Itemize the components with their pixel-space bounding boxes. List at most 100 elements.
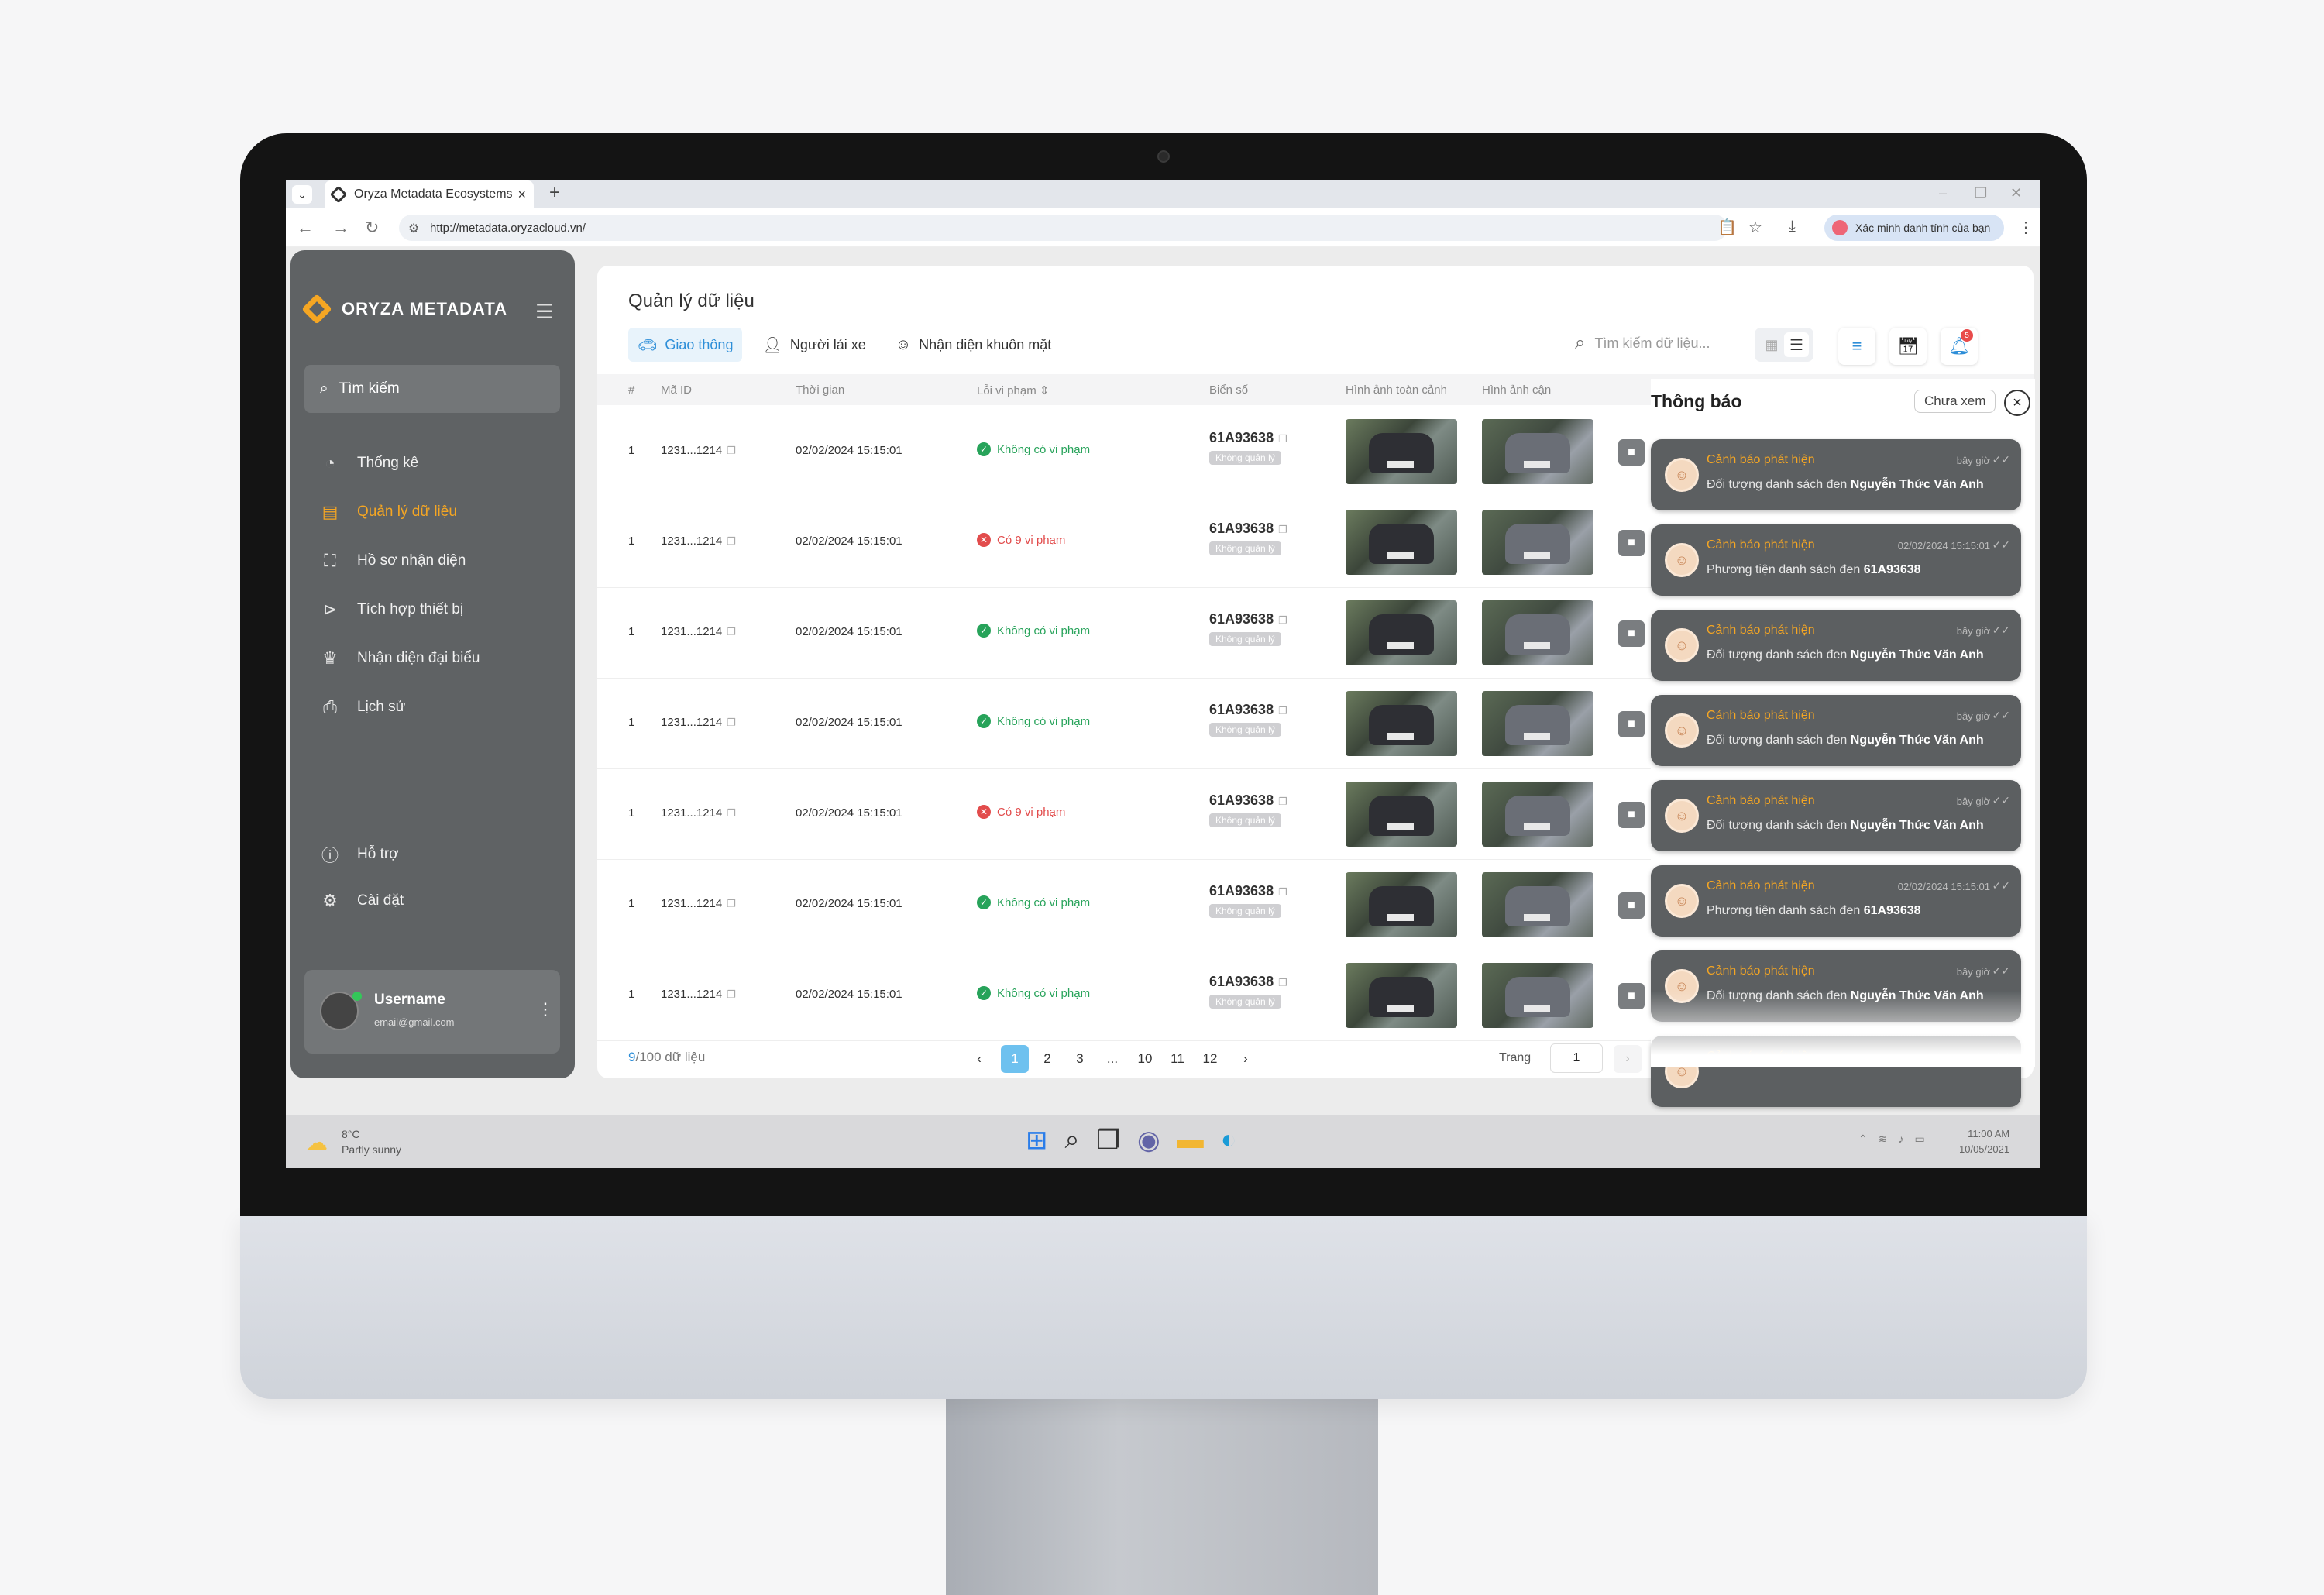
copy-icon[interactable]: ❐ <box>727 626 736 638</box>
menu-toggle-icon[interactable]: ☰ <box>535 300 553 324</box>
close-tab-icon[interactable]: × <box>517 187 526 203</box>
site-settings-icon[interactable]: ⚙ <box>408 221 419 236</box>
restore-button[interactable]: ❐ <box>1975 185 1987 201</box>
video-camera-icon[interactable]: ■ <box>1618 439 1645 466</box>
notification-card[interactable]: ☺ Cảnh báo phát hiện 02/02/2024 15:15:01… <box>1651 865 2021 937</box>
closeup-image[interactable] <box>1482 691 1593 756</box>
new-tab-button[interactable]: + <box>549 182 560 204</box>
browser-tab[interactable]: Oryza Metadata Ecosystems × <box>325 180 534 208</box>
user-card[interactable]: Username email@gmail.com ⋮ <box>304 970 560 1054</box>
profile-chip[interactable]: Xác minh danh tính của bạn <box>1824 215 2004 241</box>
clipboard-icon[interactable]: 📋 <box>1717 218 1737 237</box>
wifi-icon[interactable]: ≋ <box>1879 1133 1888 1146</box>
overview-image[interactable] <box>1346 600 1457 665</box>
sidebar-item-quan-ly-du-lieu[interactable]: ▤ Quản lý dữ liệu <box>320 502 457 522</box>
overview-image[interactable] <box>1346 782 1457 847</box>
copy-icon[interactable]: ❐ <box>1278 524 1287 535</box>
tab-search-button[interactable]: ⌄ <box>292 185 312 204</box>
page-number[interactable]: 10 <box>1131 1045 1159 1073</box>
sidebar-item-nhan-dien-dai-bieu[interactable]: ♛ Nhận diện đại biểu <box>320 648 480 669</box>
notification-card[interactable]: ☺ Cảnh báo phát hiện bây giờ ✓✓ Đối tượn… <box>1651 695 2021 766</box>
copy-icon[interactable]: ❐ <box>1278 705 1287 717</box>
page-number[interactable]: 2 <box>1033 1045 1061 1073</box>
more-options-icon[interactable]: ⋮ <box>537 999 554 1019</box>
system-clock[interactable]: 11:00 AM 10/05/2021 <box>1959 1126 2009 1157</box>
closeup-image[interactable] <box>1482 872 1593 937</box>
notification-card[interactable]: ☺ Cảnh báo phát hiện bây giờ ✓✓ Đối tượn… <box>1651 780 2021 851</box>
closeup-image[interactable] <box>1482 600 1593 665</box>
search-icon[interactable]: ⌕ <box>1065 1125 1080 1156</box>
notification-card[interactable]: ☺ Cảnh báo phát hiện bây giờ ✓✓ Đối tượn… <box>1651 439 2021 510</box>
chat-icon[interactable]: ◉ <box>1137 1125 1160 1156</box>
data-search[interactable]: ⌕ Tìm kiếm dữ liệu... <box>1575 332 1710 354</box>
copy-icon[interactable]: ❐ <box>1278 614 1287 626</box>
overview-image[interactable] <box>1346 963 1457 1028</box>
weather-icon[interactable]: ☁ <box>306 1129 328 1155</box>
page-number[interactable]: 3 <box>1066 1045 1094 1073</box>
notification-card[interactable]: ☺ Cảnh báo phát hiện 02/02/2024 15:15:01… <box>1651 524 2021 596</box>
volume-icon[interactable]: ♪ <box>1898 1133 1903 1146</box>
file-explorer-icon[interactable]: ▬ <box>1177 1125 1204 1156</box>
video-camera-icon[interactable]: ■ <box>1618 802 1645 828</box>
page-number[interactable]: 12 <box>1196 1045 1224 1073</box>
prev-page-icon[interactable]: ‹ <box>965 1045 993 1073</box>
url-input[interactable]: ⚙ http://metadata.oryzacloud.vn/ <box>399 215 1728 241</box>
sidebar-search[interactable]: ⌕ Tìm kiếm <box>304 365 560 413</box>
filter-button[interactable]: ≡ <box>1838 328 1875 365</box>
edge-browser-icon[interactable]: ◐ <box>1221 1125 1237 1156</box>
battery-icon[interactable]: ▭ <box>1914 1133 1924 1146</box>
forward-icon[interactable]: → <box>332 218 349 238</box>
tab-giao-thong[interactable]: 🚗︎ Giao thông <box>628 328 743 362</box>
video-camera-icon[interactable]: ■ <box>1618 530 1645 556</box>
copy-icon[interactable]: ❐ <box>727 717 736 728</box>
closeup-image[interactable] <box>1482 419 1593 484</box>
chevron-up-icon[interactable]: ⌃ <box>1858 1133 1868 1146</box>
notification-button[interactable]: 🔔︎ 5 <box>1941 328 1978 365</box>
goto-page-input[interactable]: 1 <box>1550 1043 1603 1073</box>
copy-icon[interactable]: ❐ <box>727 445 736 456</box>
copy-icon[interactable]: ❐ <box>1278 977 1287 988</box>
page-number[interactable]: 1 <box>1001 1045 1029 1073</box>
col-violation[interactable]: Lỗi vi phạm ⇕ <box>977 383 1049 397</box>
notification-card[interactable]: ☺ Cảnh báo phát hiện bây giờ ✓✓ Đối tượn… <box>1651 610 2021 681</box>
grid-view-icon[interactable]: ▦ <box>1759 332 1784 357</box>
next-page-icon[interactable]: › <box>1232 1045 1260 1073</box>
overview-image[interactable] <box>1346 872 1457 937</box>
copy-icon[interactable]: ❐ <box>1278 796 1287 807</box>
task-view-icon[interactable]: ❐ <box>1097 1125 1120 1156</box>
calendar-button[interactable]: 📅︎ <box>1889 328 1927 365</box>
sidebar-item-lich-su[interactable]: ⎙ Lịch sử <box>320 697 405 717</box>
closeup-image[interactable] <box>1482 782 1593 847</box>
page-number[interactable]: 11 <box>1164 1045 1191 1073</box>
overview-image[interactable] <box>1346 510 1457 575</box>
close-window-button[interactable]: ✕ <box>2010 185 2022 201</box>
list-view-icon[interactable]: ☰ <box>1784 332 1809 357</box>
video-camera-icon[interactable]: ■ <box>1618 892 1645 919</box>
copy-icon[interactable]: ❐ <box>727 988 736 1000</box>
bookmark-star-icon[interactable]: ☆ <box>1748 218 1762 237</box>
minimize-button[interactable]: – <box>1939 185 1947 201</box>
reload-icon[interactable]: ↻ <box>365 218 379 238</box>
tab-nguoi-lai-xe[interactable]: 👤︎ Người lái xe <box>753 328 875 362</box>
video-camera-icon[interactable]: ■ <box>1618 983 1645 1009</box>
unread-filter-button[interactable]: Chưa xem <box>1914 390 1996 413</box>
sidebar-item-cai-dat[interactable]: ⚙ Cài đặt <box>320 891 404 911</box>
copy-icon[interactable]: ❐ <box>727 535 736 547</box>
browser-menu-icon[interactable]: ⋮ <box>2018 218 2033 237</box>
video-camera-icon[interactable]: ■ <box>1618 711 1645 737</box>
sidebar-item-ho-so-nhan-dien[interactable]: ⛶ Hồ sơ nhận diện <box>320 551 466 571</box>
copy-icon[interactable]: ❐ <box>1278 433 1287 445</box>
overview-image[interactable] <box>1346 419 1457 484</box>
sidebar-item-ho-tro[interactable]: ⓘ Hỗ trợ <box>320 842 399 867</box>
back-icon[interactable]: ← <box>297 218 314 238</box>
windows-start-icon[interactable]: ⊞ <box>1026 1125 1048 1156</box>
close-icon[interactable]: × <box>2004 390 2030 416</box>
weather-widget[interactable]: 8°C Partly sunny <box>342 1126 401 1157</box>
goto-next-icon[interactable]: › <box>1614 1045 1642 1073</box>
download-icon[interactable]: ⤓ <box>1789 218 1796 235</box>
sidebar-item-thong-ke[interactable]: ◔ Thống kê <box>320 453 418 473</box>
closeup-image[interactable] <box>1482 963 1593 1028</box>
closeup-image[interactable] <box>1482 510 1593 575</box>
tab-nhan-dien-khuon-mat[interactable]: ☺ Nhận diện khuôn mặt <box>886 328 1061 362</box>
overview-image[interactable] <box>1346 691 1457 756</box>
